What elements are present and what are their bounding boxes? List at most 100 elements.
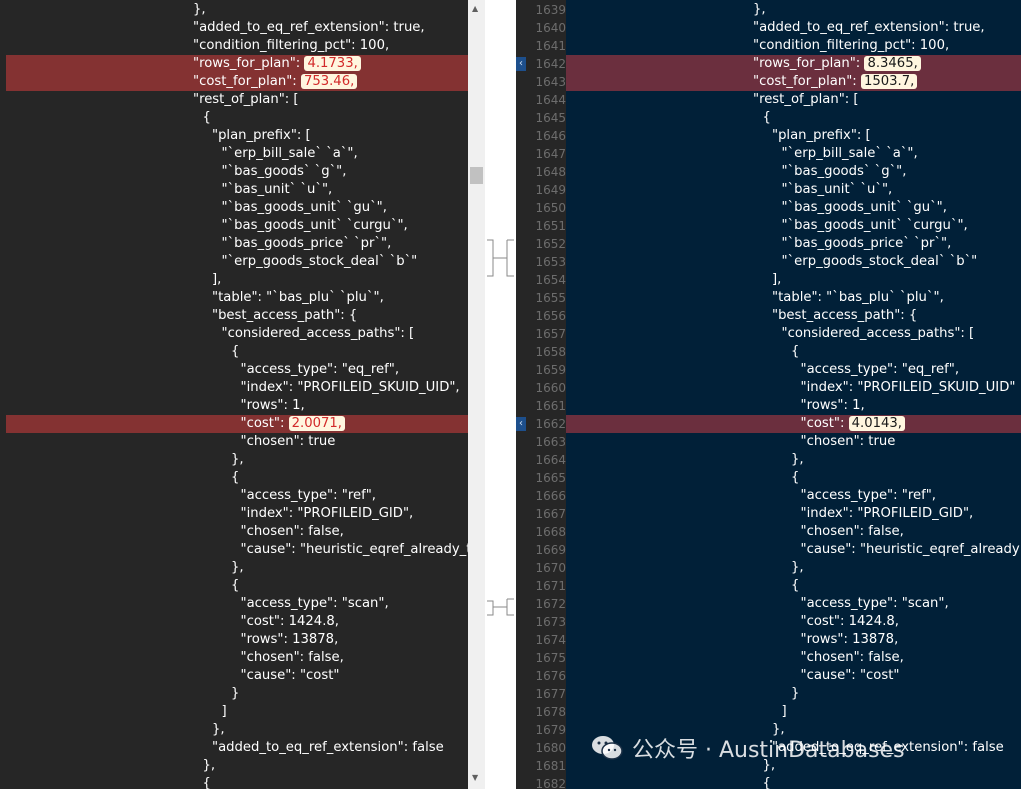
code-line: 1679}, — [516, 721, 1021, 739]
line-number: 1677 — [535, 687, 566, 701]
code-token: "`bas_unit` `u`", — [221, 182, 333, 197]
code-line: 1678] — [516, 703, 1021, 721]
changed-line-highlight — [566, 415, 1021, 433]
code-line: ] — [0, 703, 468, 721]
code-token: "considered_access_paths": [ — [781, 326, 975, 341]
code-token: }, — [212, 722, 225, 737]
code-text: "rows": 1, — [801, 397, 865, 415]
code-token: "condition_filtering_pct": 100, — [193, 38, 390, 53]
copy-left-arrow-icon[interactable]: ‹ — [516, 57, 526, 71]
code-text: "cause": "heuristic_eqref_already — [801, 541, 1020, 559]
code-text: { — [791, 469, 799, 487]
code-line: }, — [0, 757, 468, 775]
code-token: "index": "PROFILEID_GID", — [240, 506, 414, 521]
code-text: { — [231, 577, 239, 595]
code-text: "cost": 4.0143, — [801, 415, 905, 433]
code-line: }, — [0, 721, 468, 739]
line-number: 1659 — [535, 363, 566, 377]
code-line: "rows_for_plan": 4.1733, — [0, 55, 468, 73]
right-diff-pane[interactable]: 1639}, 1640 "added_to_eq_ref_extension": t… — [516, 0, 1021, 789]
code-token: }, — [231, 560, 244, 575]
code-line: "considered_access_paths": [ — [0, 325, 468, 343]
code-text: "best_access_path": { — [212, 307, 357, 325]
line-number: 1681 — [535, 759, 566, 773]
code-text: "`bas_unit` `u`", — [782, 181, 893, 199]
code-text: "index": "PROFILEID_SKUID_UID" — [801, 379, 1016, 397]
code-token: ], — [772, 272, 782, 287]
code-text: { — [231, 343, 239, 361]
code-text: "`bas_goods_unit` `curgu`", — [222, 217, 408, 235]
code-line: 1653 "`erp_goods_stock_deal` `b`" — [516, 253, 1021, 271]
copy-left-arrow-icon[interactable]: ‹ — [516, 417, 526, 431]
code-text: "condition_filtering_pct": 100, — [193, 37, 389, 55]
code-text: "cause": "cost" — [801, 667, 900, 685]
scroll-down-arrow-icon[interactable]: ▼ — [472, 773, 478, 782]
code-token: "`erp_bill_sale` `a`", — [781, 146, 918, 161]
code-text: "considered_access_paths": [ — [222, 325, 415, 343]
line-number: 1678 — [535, 705, 566, 719]
code-text: "cost": 1424.8, — [241, 613, 339, 631]
code-text: "plan_prefix": [ — [772, 127, 871, 145]
left-diff-pane[interactable]: }, "added_to_eq_ref_extension": true, "con… — [0, 0, 468, 789]
code-line: 1650 "`bas_goods_unit` `gu`", — [516, 199, 1021, 217]
code-text: "`bas_goods_price` `pr`", — [222, 235, 392, 253]
code-line: 1652 "`bas_goods_price` `pr`", — [516, 235, 1021, 253]
line-number: 1653 — [535, 255, 566, 269]
code-token: "cause": "heuristic_eqref_already_t — [240, 542, 469, 557]
code-line: 1648 "`bas_goods` `g`", — [516, 163, 1021, 181]
code-token: }, — [762, 758, 776, 773]
code-line: "index": "PROFILEID_SKUID_UID", — [0, 379, 468, 397]
code-token: "index": "PROFILEID_SKUID_UID" — [800, 380, 1016, 395]
code-token: "added_to_eq_ref_extension": false — [212, 740, 444, 755]
code-token: "table": "`bas_plu` `plu`", — [212, 290, 384, 305]
code-text: "index": "PROFILEID_GID", — [241, 505, 414, 523]
line-number: 1672 — [535, 597, 566, 611]
code-line: "`bas_goods_unit` `gu`", — [0, 199, 468, 217]
code-line: "access_type": "scan", — [0, 595, 468, 613]
line-number: 1650 — [535, 201, 566, 215]
code-text: "`bas_goods_price` `pr`", — [782, 235, 952, 253]
code-token: "chosen": false, — [800, 524, 904, 539]
code-line: 1663 "chosen": true — [516, 433, 1021, 451]
code-text: "access_type": "eq_ref", — [801, 361, 960, 379]
code-text: ] — [222, 703, 227, 721]
code-line: "added_to_eq_ref_extension": false — [0, 739, 468, 757]
code-text: "added_to_eq_ref_extension": false — [772, 739, 1004, 757]
scrollbar-thumb[interactable] — [470, 167, 483, 184]
diff-connector-gutter — [485, 0, 516, 789]
code-text: "`bas_goods_unit` `gu`", — [782, 199, 947, 217]
code-line: }, — [0, 1, 468, 19]
code-line: 1682 { — [516, 775, 1021, 789]
line-number: 1671 — [535, 579, 566, 593]
code-line: 1660 "index": "PROFILEID_SKUID_UID" — [516, 379, 1021, 397]
code-text: "rest_of_plan": [ — [193, 91, 299, 109]
code-token: "index": "PROFILEID_GID", — [800, 506, 974, 521]
line-number: 1661 — [535, 399, 566, 413]
code-line: "added_to_eq_ref_extension": true, — [0, 19, 468, 37]
scroll-up-arrow-icon[interactable]: ▲ — [472, 4, 478, 13]
code-token: "cost": 1424.8, — [800, 614, 899, 629]
code-line: "cost": 1424.8, — [0, 613, 468, 631]
changed-value: 4.1733, — [304, 56, 361, 71]
code-text: { — [791, 343, 799, 361]
code-line: 1649 "`bas_unit` `u`", — [516, 181, 1021, 199]
code-line: 1672 "access_type": "scan", — [516, 595, 1021, 613]
code-line: "chosen": false, — [0, 523, 468, 541]
code-token: "cost": 1424.8, — [240, 614, 339, 629]
code-token: "cost": — [800, 416, 845, 431]
code-token: "`bas_goods_unit` `gu`", — [221, 200, 387, 215]
code-line: }, — [0, 559, 468, 577]
left-vertical-scrollbar[interactable]: ▲ ▼ — [468, 0, 485, 789]
code-line: 1655 "table": "`bas_plu` `plu`", — [516, 289, 1021, 307]
diff-connector-icon — [487, 598, 514, 616]
code-text: "cost_for_plan": 753.46, — [193, 73, 358, 91]
code-token: "`erp_bill_sale` `a`", — [221, 146, 358, 161]
code-text: } — [791, 685, 799, 703]
code-token: }, — [193, 2, 206, 17]
code-token: "rows": 1, — [240, 398, 305, 413]
line-number: 1660 — [535, 381, 566, 395]
changed-value: 2.0071, — [288, 416, 345, 431]
code-token: "rows_for_plan": — [753, 56, 861, 71]
code-text: "`erp_bill_sale` `a`", — [782, 145, 918, 163]
code-token: } — [231, 686, 240, 701]
